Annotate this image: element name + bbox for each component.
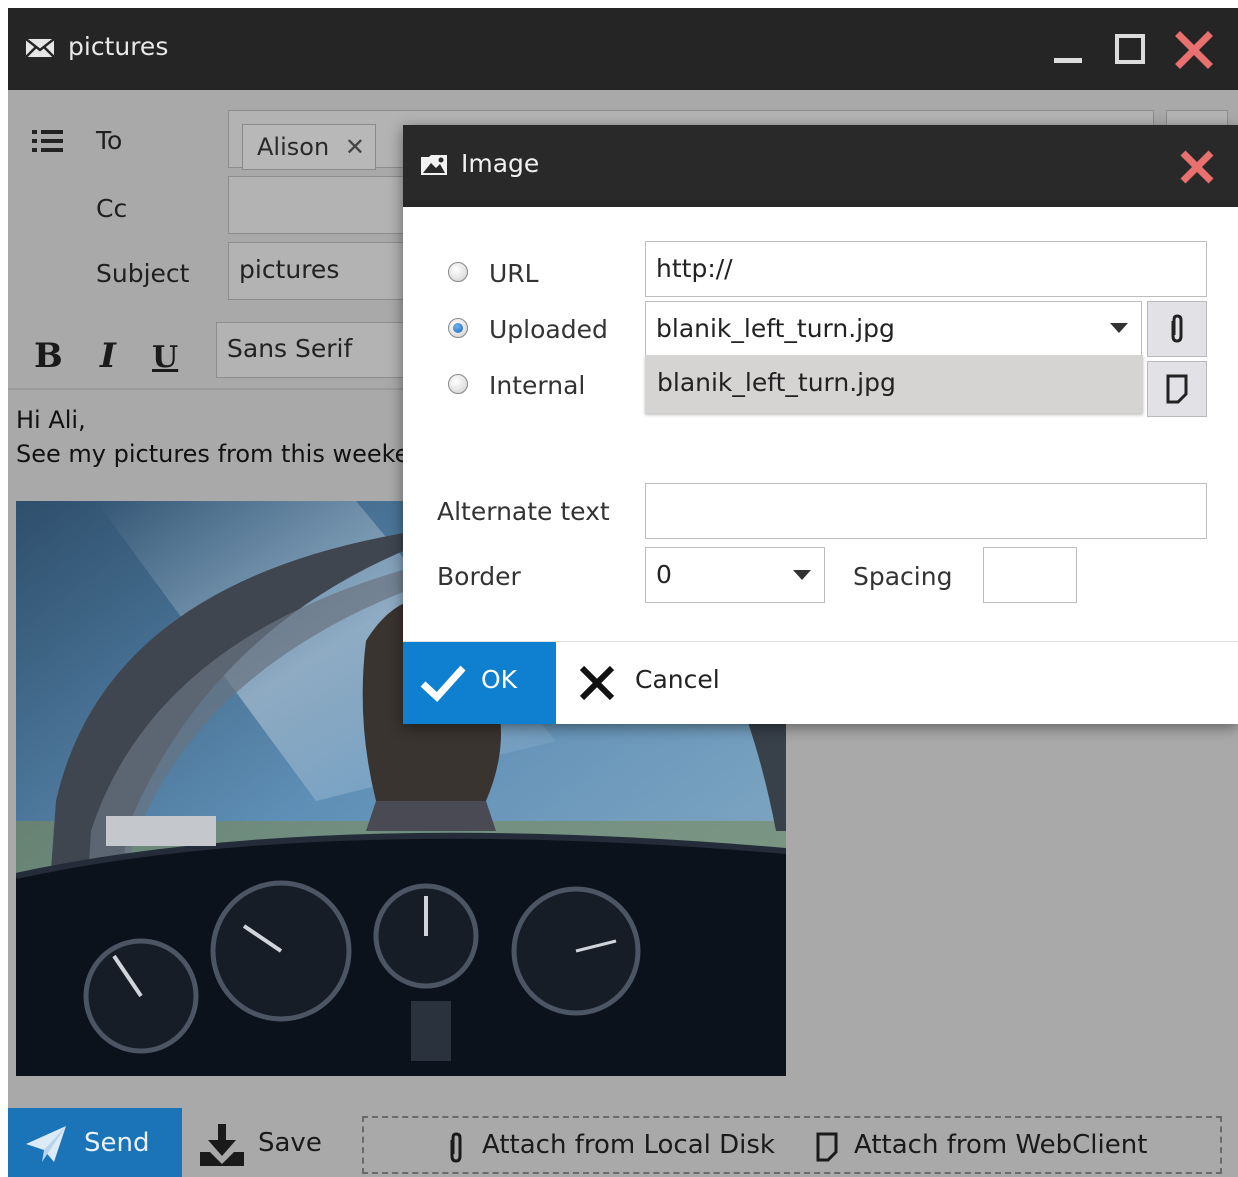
- alternate-text-label: Alternate text: [437, 497, 610, 526]
- subject-label: Subject: [96, 259, 190, 288]
- save-label: Save: [258, 1128, 322, 1158]
- internal-label: Internal: [489, 371, 586, 400]
- italic-button[interactable]: I: [100, 336, 116, 376]
- recipient-chip[interactable]: Alison ✕: [242, 124, 376, 170]
- chevron-down-icon[interactable]: [1109, 322, 1129, 334]
- dialog-close-icon[interactable]: [1177, 147, 1217, 187]
- internal-radio[interactable]: [448, 374, 468, 394]
- spacing-label: Spacing: [853, 562, 953, 591]
- save-download-icon: [200, 1124, 244, 1166]
- uploaded-label: Uploaded: [489, 315, 608, 344]
- maximize-icon[interactable]: [1112, 30, 1152, 70]
- remove-recipient-icon[interactable]: ✕: [345, 133, 365, 161]
- checkmark-icon: [420, 665, 466, 702]
- upload-file-button[interactable]: [1147, 301, 1207, 357]
- chevron-down-icon[interactable]: [792, 569, 812, 581]
- file-dropdown-list: blanik_left_turn.jpg: [645, 355, 1143, 413]
- send-label: Send: [84, 1128, 150, 1158]
- recipient-name: Alison: [257, 133, 330, 161]
- border-label: Border: [437, 562, 521, 591]
- url-label: URL: [489, 259, 539, 288]
- image-icon: [421, 155, 447, 175]
- envelope-icon: [25, 38, 55, 58]
- document-icon: [816, 1132, 838, 1162]
- title-bar: pictures: [8, 8, 1238, 90]
- cc-label: Cc: [96, 194, 128, 223]
- attachment-dropzone[interactable]: Attach from Local Disk Attach from WebCl…: [362, 1116, 1222, 1174]
- uploaded-file-select[interactable]: blanik_left_turn.jpg: [645, 301, 1142, 357]
- paperclip-icon: [1171, 314, 1183, 343]
- contacts-list-icon[interactable]: [32, 128, 66, 154]
- border-value: 0: [656, 560, 672, 589]
- ok-label: OK: [481, 665, 518, 694]
- dropdown-option[interactable]: blanik_left_turn.jpg: [657, 368, 896, 397]
- send-plane-icon: [26, 1126, 66, 1162]
- close-icon[interactable]: [1174, 30, 1214, 70]
- bottom-action-bar: Send Save Attach from Local Disk Attach …: [8, 1108, 1238, 1177]
- save-button[interactable]: Save: [182, 1108, 360, 1177]
- minimize-icon[interactable]: [1050, 30, 1090, 70]
- send-button[interactable]: Send: [8, 1108, 182, 1177]
- cancel-x-icon: [579, 665, 615, 701]
- url-radio[interactable]: [448, 262, 468, 282]
- cancel-button[interactable]: Cancel: [573, 642, 733, 724]
- attach-local-disk-button[interactable]: Attach from Local Disk: [482, 1130, 775, 1160]
- cancel-label: Cancel: [635, 665, 720, 694]
- alternate-text-input[interactable]: [645, 483, 1207, 539]
- window-title: pictures: [68, 32, 169, 61]
- attach-webclient-button[interactable]: Attach from WebClient: [854, 1130, 1147, 1160]
- uploaded-file-value: blanik_left_turn.jpg: [656, 314, 895, 343]
- uploaded-radio[interactable]: [448, 318, 468, 338]
- dialog-title: Image: [461, 149, 540, 178]
- body-greeting: Hi Ali,: [16, 406, 86, 434]
- dialog-title-bar: Image: [403, 125, 1238, 207]
- spacing-input[interactable]: [983, 547, 1077, 603]
- document-icon: [1166, 374, 1188, 404]
- url-input[interactable]: http://: [645, 241, 1207, 297]
- bold-button[interactable]: B: [34, 336, 63, 376]
- dialog-footer: OK Cancel: [403, 641, 1238, 724]
- underline-button[interactable]: U: [152, 340, 178, 375]
- body-text-line: See my pictures from this weeken: [16, 440, 425, 468]
- to-label: To: [96, 126, 123, 155]
- paperclip-icon: [450, 1132, 462, 1163]
- image-dialog: Image URL http:// Uploaded blanik_left_t…: [403, 125, 1238, 724]
- browse-internal-button[interactable]: [1147, 361, 1207, 417]
- ok-button[interactable]: OK: [403, 642, 556, 724]
